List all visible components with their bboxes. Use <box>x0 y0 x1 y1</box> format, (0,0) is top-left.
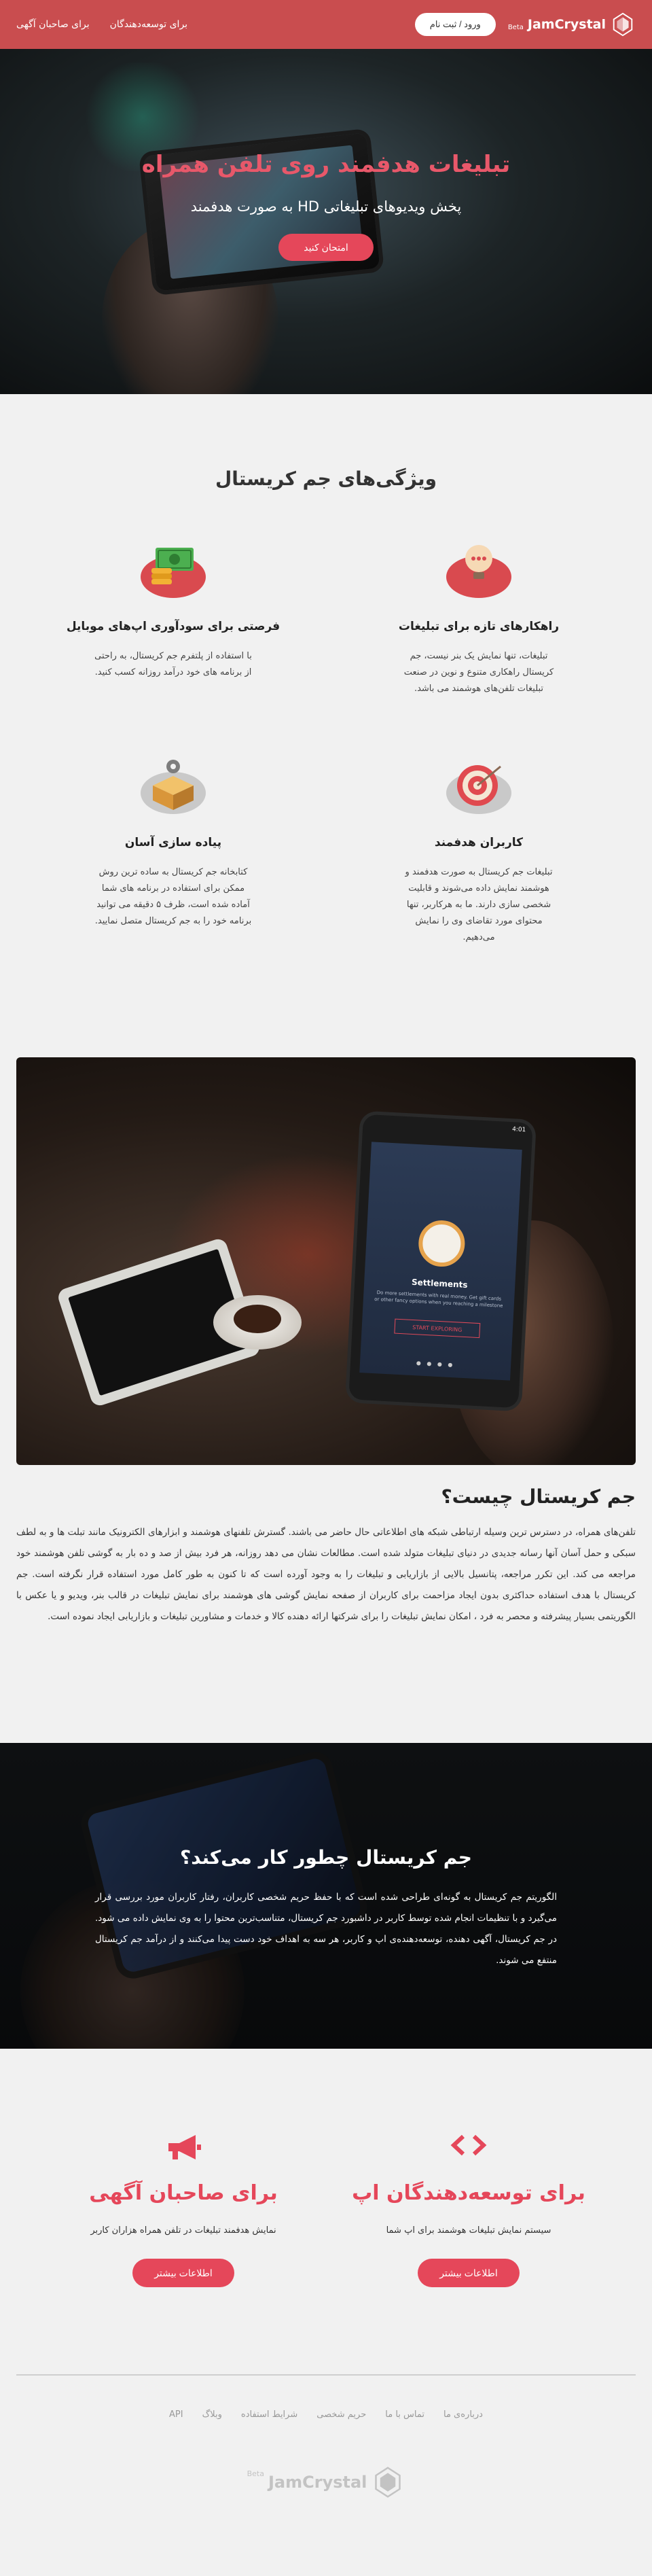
footer-crystal-logo-icon <box>375 2467 401 2498</box>
footer-divider <box>16 2374 636 2376</box>
feature-item: فرصتی برای سودآوری اپ‌های موبایل با استف… <box>61 537 285 681</box>
lightbulb-icon <box>445 537 513 605</box>
photo-phone: 4:01 Settlements Do more settlements wit… <box>348 1114 533 1409</box>
advertisers-more-info-button[interactable]: اطلاعات بیشتر <box>132 2259 234 2287</box>
navbar: JamCrystal Beta ورود / ثبت نام برای توسع… <box>0 0 652 49</box>
how-title: جم کریستال چطور کار می‌کند؟ <box>180 1846 472 1869</box>
how-it-works-section: جم کریستال چطور کار می‌کند؟ الگوریتم جم … <box>0 1743 652 2049</box>
footer-link-about[interactable]: درباره‌ی ما <box>443 2410 483 2420</box>
hero-subtitle: پخش ویدیوهای تبلیغاتی HD به صورت هدفمند <box>190 198 462 215</box>
hero-title: تبلیغات هدفمند روی تلفن همراه <box>141 151 511 178</box>
target-icon <box>445 753 513 821</box>
footer-brand-beta: Beta <box>247 2469 264 2478</box>
feature-title: کاربران هدفمند <box>434 836 524 849</box>
about-photo: 4:01 Settlements Do more settlements wit… <box>16 1057 636 1465</box>
feature-text: تبلیغات جم کریستال به صورت هدفمند و هوشم… <box>405 867 553 942</box>
feature-title: فرصتی برای سودآوری اپ‌های موبایل <box>66 620 280 633</box>
footer-link-blog[interactable]: وبلاگ <box>202 2410 222 2420</box>
nav-links: برای توسعه‌دهندگان برای صاحبان آگهی <box>16 19 187 30</box>
developers-more-info-button[interactable]: اطلاعات بیشتر <box>418 2259 520 2287</box>
megaphone-icon <box>61 2134 306 2161</box>
nav-link-advertisers[interactable]: برای صاحبان آگهی <box>16 19 90 30</box>
feature-title: پیاده سازی آسان <box>124 836 222 849</box>
phone-display: Settlements Do more settlements with rea… <box>359 1142 522 1381</box>
feature-title: راهکارهای تازه برای تبلیغات <box>398 620 560 633</box>
photo-coffee-cup <box>213 1295 302 1349</box>
feature-item: کاربران هدفمند تبلیغات جم کریستال به صور… <box>367 753 591 946</box>
footer-links: درباره‌ی ما تماس با ما حریم شخصی شرایط ا… <box>0 2410 652 2420</box>
footer-brand-name: JamCrystal <box>268 2473 367 2492</box>
settlements-ring-icon <box>417 1219 467 1268</box>
audience-title: برای توسعه‌دهندگان اپ <box>352 2181 585 2205</box>
feature-text: کتابخانه جم کریستال به ساده ترین روش ممک… <box>94 867 252 926</box>
footer-link-terms[interactable]: شرایط استفاده <box>241 2410 297 2420</box>
features-section: ویژگی‌های جم کریستال راهکارهای تازه برای… <box>0 394 652 1046</box>
hero-section: تبلیغات هدفمند روی تلفن همراه پخش ویدیوه… <box>0 49 652 394</box>
audience-advertisers: برای صاحبان آگهی نمایش هدفمند تبلیغات در… <box>61 2134 306 2287</box>
about-text: تلفن‌های همراه، در دسترس ترین وسیله ارتب… <box>16 1527 636 1622</box>
audiences-section: برای توسعه‌دهندگان اپ سیستم نمایش تبلیغا… <box>0 2049 652 2375</box>
feature-item: پیاده سازی آسان کتابخانه جم کریستال به س… <box>61 753 285 930</box>
crystal-logo-icon <box>613 12 633 37</box>
brand-logo[interactable]: JamCrystal Beta <box>508 12 636 37</box>
footer-link-contact[interactable]: تماس با ما <box>385 2410 424 2420</box>
audience-title: برای صاحبان آگهی <box>89 2181 278 2205</box>
try-it-button[interactable]: امتحان کنید <box>278 234 374 261</box>
phone-screen-button: START EXPLORING <box>394 1318 481 1339</box>
footer-link-api[interactable]: API <box>169 2410 183 2420</box>
navbar-right-group: JamCrystal Beta ورود / ثبت نام <box>414 12 636 37</box>
code-icon <box>346 2134 591 2161</box>
phone-screen-description: Do more settlements with real money. Get… <box>374 1290 503 1309</box>
gear-box-icon <box>139 753 207 821</box>
footer-brand: JamCrystal Beta <box>0 2465 652 2499</box>
feature-text: با استفاده از پلتفرم جم کریستال، به راحت… <box>94 651 252 677</box>
brand-name: JamCrystal <box>527 17 606 32</box>
audience-text: سیستم نمایش تبلیغات هوشمند برای اپ شما <box>386 2225 551 2236</box>
about-title: جم کریستال چیست؟ <box>441 1485 636 1508</box>
money-stack-icon <box>139 537 207 605</box>
audience-developers: برای توسعه‌دهندگان اپ سیستم نمایش تبلیغا… <box>346 2134 591 2287</box>
features-title: ویژگی‌های جم کریستال <box>215 467 437 490</box>
footer-link-privacy[interactable]: حریم شخصی <box>316 2410 366 2420</box>
login-register-button[interactable]: ورود / ثبت نام <box>414 13 496 36</box>
phone-status-time: 4:01 <box>511 1126 526 1134</box>
audience-text: نمایش هدفمند تبلیغات در تلفن همراه هزارا… <box>90 2225 276 2236</box>
phone-page-dots: ● ● ● ● <box>416 1360 455 1369</box>
brand-beta-badge: Beta <box>507 24 524 31</box>
nav-link-developers[interactable]: برای توسعه‌دهندگان <box>110 19 187 30</box>
how-text: الگوریتم جم کریستال به گونه‌ای طراحی شده… <box>95 1892 557 1966</box>
feature-item: راهکارهای تازه برای تبلیغات تبلیغات، تنه… <box>367 537 591 697</box>
feature-text: تبلیغات، تنها نمایش یک بنر نیست، جم کریس… <box>403 651 554 694</box>
